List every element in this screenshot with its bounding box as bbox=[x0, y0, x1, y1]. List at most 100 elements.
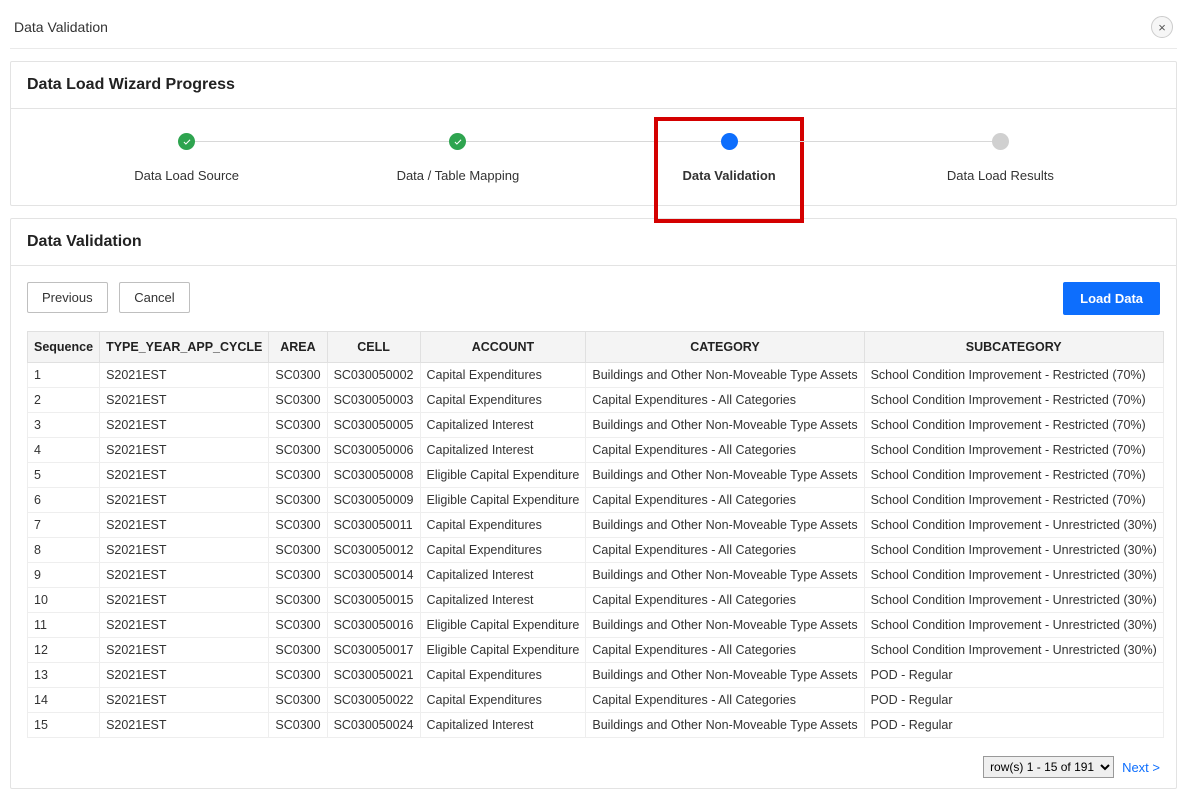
table-cell: Capitalized Interest bbox=[420, 563, 586, 588]
wizard-step-label: Data Load Source bbox=[51, 168, 322, 183]
validation-table: SequenceTYPE_YEAR_APP_CYCLEAREACELLACCOU… bbox=[27, 331, 1164, 738]
table-cell: S2021EST bbox=[100, 438, 269, 463]
wizard-progress: Data Load SourceData / Table Mapping Data… bbox=[11, 109, 1176, 205]
column-header[interactable]: ACCOUNT bbox=[420, 332, 586, 363]
table-cell: SC0300 bbox=[269, 563, 327, 588]
load-data-button[interactable]: Load Data bbox=[1063, 282, 1160, 315]
table-cell: SC0300 bbox=[269, 713, 327, 738]
table-row: 12S2021ESTSC0300SC030050017Eligible Capi… bbox=[28, 638, 1164, 663]
table-row: 14S2021ESTSC0300SC030050022Capital Expen… bbox=[28, 688, 1164, 713]
table-cell: Eligible Capital Expenditure bbox=[420, 463, 586, 488]
table-cell: SC0300 bbox=[269, 463, 327, 488]
column-header[interactable]: TYPE_YEAR_APP_CYCLE bbox=[100, 332, 269, 363]
section-title: Data Validation bbox=[11, 219, 1176, 266]
column-header[interactable]: SUBCATEGORY bbox=[864, 332, 1163, 363]
table-cell: SC0300 bbox=[269, 663, 327, 688]
table-cell: S2021EST bbox=[100, 538, 269, 563]
table-cell: Eligible Capital Expenditure bbox=[420, 488, 586, 513]
table-cell: 7 bbox=[28, 513, 100, 538]
table-cell: School Condition Improvement - Unrestric… bbox=[864, 563, 1163, 588]
table-cell: Buildings and Other Non-Moveable Type As… bbox=[586, 713, 864, 738]
table-cell: Eligible Capital Expenditure bbox=[420, 638, 586, 663]
column-header[interactable]: Sequence bbox=[28, 332, 100, 363]
table-cell: SC0300 bbox=[269, 438, 327, 463]
table-cell: Capital Expenditures bbox=[420, 363, 586, 388]
table-cell: S2021EST bbox=[100, 488, 269, 513]
table-cell: 4 bbox=[28, 438, 100, 463]
table-cell: Capitalized Interest bbox=[420, 588, 586, 613]
table-cell: S2021EST bbox=[100, 588, 269, 613]
table-cell: SC0300 bbox=[269, 638, 327, 663]
table-cell: Capitalized Interest bbox=[420, 713, 586, 738]
table-cell: Capital Expenditures - All Categories bbox=[586, 688, 864, 713]
table-cell: Buildings and Other Non-Moveable Type As… bbox=[586, 363, 864, 388]
table-cell: School Condition Improvement - Unrestric… bbox=[864, 638, 1163, 663]
check-icon bbox=[178, 133, 195, 150]
table-cell: SC030050009 bbox=[327, 488, 420, 513]
table-cell: POD - Regular bbox=[864, 663, 1163, 688]
table-cell: 2 bbox=[28, 388, 100, 413]
table-cell: SC030050017 bbox=[327, 638, 420, 663]
check-icon bbox=[449, 133, 466, 150]
table-cell: Capital Expenditures - All Categories bbox=[586, 388, 864, 413]
cancel-button[interactable]: Cancel bbox=[119, 282, 189, 313]
table-cell: 9 bbox=[28, 563, 100, 588]
table-cell: SC030050014 bbox=[327, 563, 420, 588]
wizard-progress-header: Data Load Wizard Progress bbox=[11, 62, 1176, 109]
table-cell: 5 bbox=[28, 463, 100, 488]
column-header[interactable]: CATEGORY bbox=[586, 332, 864, 363]
table-cell: Capitalized Interest bbox=[420, 438, 586, 463]
page-range-select[interactable]: row(s) 1 - 15 of 191 bbox=[983, 756, 1114, 778]
wizard-step-label: Data Load Results bbox=[865, 168, 1136, 183]
column-header[interactable]: CELL bbox=[327, 332, 420, 363]
table-cell: 8 bbox=[28, 538, 100, 563]
table-cell: SC0300 bbox=[269, 538, 327, 563]
table-cell: SC0300 bbox=[269, 413, 327, 438]
table-row: 9S2021ESTSC0300SC030050014Capitalized In… bbox=[28, 563, 1164, 588]
table-cell: Eligible Capital Expenditure bbox=[420, 613, 586, 638]
page-title: Data Validation bbox=[14, 19, 108, 35]
table-row: 7S2021ESTSC0300SC030050011Capital Expend… bbox=[28, 513, 1164, 538]
next-page-link[interactable]: Next > bbox=[1122, 760, 1160, 775]
table-cell: SC0300 bbox=[269, 513, 327, 538]
close-icon[interactable]: × bbox=[1151, 16, 1173, 38]
table-cell: Buildings and Other Non-Moveable Type As… bbox=[586, 413, 864, 438]
table-row: 8S2021ESTSC0300SC030050012Capital Expend… bbox=[28, 538, 1164, 563]
previous-button[interactable]: Previous bbox=[27, 282, 108, 313]
table-cell: SC0300 bbox=[269, 488, 327, 513]
table-cell: SC0300 bbox=[269, 613, 327, 638]
table-row: 15S2021ESTSC0300SC030050024Capitalized I… bbox=[28, 713, 1164, 738]
table-cell: Buildings and Other Non-Moveable Type As… bbox=[586, 563, 864, 588]
wizard-step-label: Data / Table Mapping bbox=[322, 168, 593, 183]
table-cell: 10 bbox=[28, 588, 100, 613]
table-cell: SC0300 bbox=[269, 588, 327, 613]
table-cell: SC030050005 bbox=[327, 413, 420, 438]
table-cell: Capital Expenditures bbox=[420, 513, 586, 538]
table-cell: SC030050022 bbox=[327, 688, 420, 713]
table-cell: SC030050006 bbox=[327, 438, 420, 463]
column-header[interactable]: AREA bbox=[269, 332, 327, 363]
table-row: 2S2021ESTSC0300SC030050003Capital Expend… bbox=[28, 388, 1164, 413]
table-cell: Buildings and Other Non-Moveable Type As… bbox=[586, 513, 864, 538]
table-cell: 15 bbox=[28, 713, 100, 738]
table-row: 5S2021ESTSC0300SC030050008Eligible Capit… bbox=[28, 463, 1164, 488]
table-cell: Capital Expenditures bbox=[420, 538, 586, 563]
table-cell: SC0300 bbox=[269, 363, 327, 388]
table-row: 1S2021ESTSC0300SC030050002Capital Expend… bbox=[28, 363, 1164, 388]
table-cell: School Condition Improvement - Restricte… bbox=[864, 413, 1163, 438]
table-cell: SC030050008 bbox=[327, 463, 420, 488]
table-cell: School Condition Improvement - Restricte… bbox=[864, 363, 1163, 388]
table-cell: SC0300 bbox=[269, 388, 327, 413]
table-cell: School Condition Improvement - Restricte… bbox=[864, 438, 1163, 463]
table-row: 6S2021ESTSC0300SC030050009Eligible Capit… bbox=[28, 488, 1164, 513]
table-cell: Capital Expenditures - All Categories bbox=[586, 488, 864, 513]
table-cell: S2021EST bbox=[100, 363, 269, 388]
table-cell: Buildings and Other Non-Moveable Type As… bbox=[586, 613, 864, 638]
table-cell: Capital Expenditures bbox=[420, 388, 586, 413]
table-cell: 6 bbox=[28, 488, 100, 513]
table-cell: 12 bbox=[28, 638, 100, 663]
table-cell: S2021EST bbox=[100, 563, 269, 588]
table-cell: School Condition Improvement - Restricte… bbox=[864, 388, 1163, 413]
table-cell: SC030050011 bbox=[327, 513, 420, 538]
table-cell: S2021EST bbox=[100, 713, 269, 738]
